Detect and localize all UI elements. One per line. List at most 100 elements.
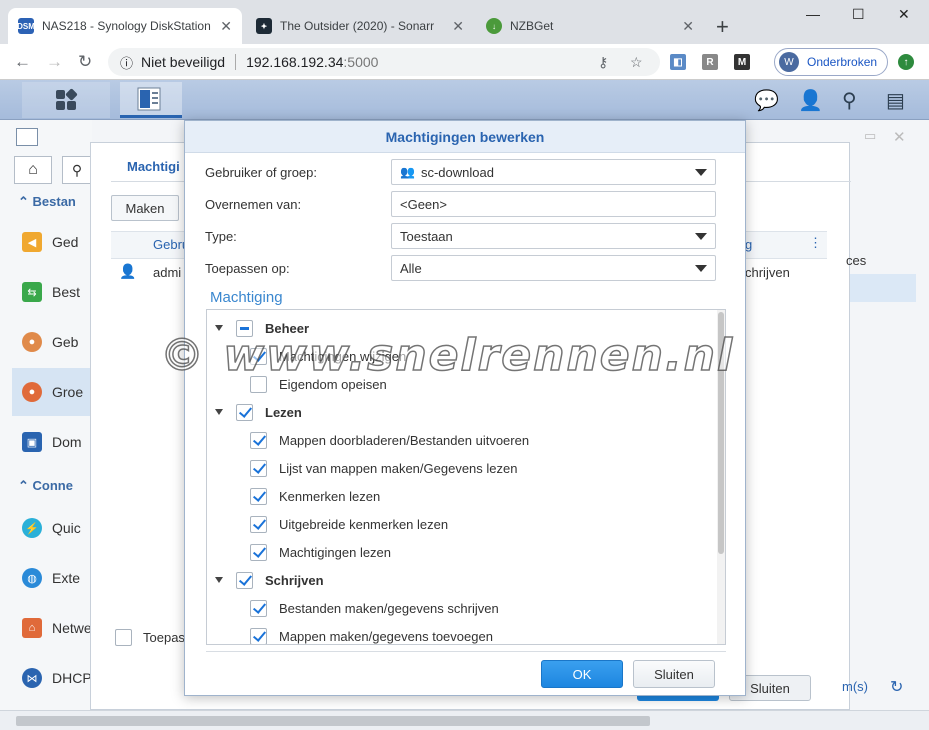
close-icon[interactable]: ✕ <box>452 18 464 35</box>
inherit-label: Overnemen van: <box>205 197 302 212</box>
permission-group-schrijven[interactable]: Schrijven <box>215 570 324 590</box>
tab-label: NZBGet <box>510 19 554 33</box>
sidebar-item-label: DHCP <box>52 670 92 686</box>
sidebar-item-shared-folder[interactable]: ◀ Ged <box>22 232 78 252</box>
table-row-permission: chrijven <box>745 265 790 280</box>
create-button[interactable]: Maken <box>111 195 179 221</box>
dhcp-icon: ⋈ <box>22 668 42 688</box>
window-restore-icon[interactable]: ▭ <box>864 128 876 144</box>
sidebar-item-label: Quic <box>52 520 81 536</box>
maximize-icon[interactable]: ☐ <box>852 6 865 23</box>
watermark: © www.snelrennen.nl <box>159 329 735 382</box>
permission-checkbox[interactable] <box>236 571 253 589</box>
browser-toolbar: ← → ↻ ⓘ Niet beveiligd 192.168.192.34:50… <box>0 44 929 80</box>
scrollbar-thumb[interactable] <box>16 716 650 726</box>
extension-r-icon[interactable]: R <box>702 54 718 70</box>
chat-icon[interactable]: 💬 <box>754 88 779 113</box>
update-icon[interactable]: ↑ <box>898 54 914 70</box>
apply-checkbox[interactable] <box>115 629 132 646</box>
expand-icon[interactable] <box>215 577 223 583</box>
permission-checkbox[interactable] <box>250 515 267 533</box>
profile-button[interactable]: W Onderbroken <box>774 48 888 76</box>
close-icon[interactable]: ✕ <box>220 18 232 35</box>
widgets-icon[interactable]: ▤ <box>886 88 905 113</box>
sidebar-item-network[interactable]: ⌂ Netwe <box>22 618 92 638</box>
permission-item[interactable]: Uitgebreide kenmerken lezen <box>250 514 448 534</box>
permission-checkbox[interactable] <box>250 543 267 561</box>
apply-to-select[interactable]: Alle <box>391 255 716 281</box>
permission-label: Lezen <box>265 404 302 420</box>
permission-label: Mappen maken/gegevens toevoegen <box>279 628 493 644</box>
home-button[interactable]: ⌂ <box>14 156 52 184</box>
window-close-icon[interactable]: ✕ <box>898 6 910 23</box>
control-panel-sidebar: ⌂ ⚲ ⌃ Bestan ◀ Ged ⇆ Best ● Geb ● Groe ▣ Dom … <box>0 120 92 710</box>
permission-item[interactable]: Machtigingen lezen <box>250 542 391 562</box>
permission-checkbox[interactable] <box>250 627 267 644</box>
table-row-user[interactable]: admi <box>153 265 181 280</box>
sidebar-item-label: Groe <box>52 384 84 400</box>
tab-permissions[interactable]: Machtigi <box>127 159 180 174</box>
type-select[interactable]: Toestaan <box>391 223 716 249</box>
footer-link[interactable]: m(s) <box>842 679 868 694</box>
address-bar[interactable]: ⓘ Niet beveiligd 192.168.192.34:5000 ⚷ ☆ <box>108 48 660 76</box>
tab-diskstation[interactable]: DSM NAS218 - Synology DiskStation ✕ <box>8 8 242 44</box>
sidebar-item-dhcp[interactable]: ⋈ DHCP <box>22 668 92 688</box>
profile-label: Onderbroken <box>807 55 878 69</box>
user-or-group-select[interactable]: 👥 sc-download <box>391 159 716 185</box>
reload-icon[interactable]: ↻ <box>78 52 92 72</box>
permission-checkbox[interactable] <box>250 599 267 617</box>
minimize-icon[interactable]: — <box>806 6 820 22</box>
permission-item[interactable]: Bestanden maken/gegevens schrijven <box>250 598 499 618</box>
sidebar-item-file-services[interactable]: ⇆ Best <box>22 282 80 302</box>
tab-nzbget[interactable]: ↓ NZBGet ✕ <box>476 8 704 44</box>
network-icon: ⌂ <box>22 618 42 638</box>
permission-checkbox[interactable] <box>250 487 267 505</box>
main-menu-button[interactable] <box>22 82 110 118</box>
sidebar-item-external-access[interactable]: ◍ Exte <box>22 568 80 588</box>
permission-item[interactable]: Kenmerken lezen <box>250 486 380 506</box>
close-icon[interactable]: ✕ <box>682 18 694 35</box>
permission-checkbox[interactable] <box>250 459 267 477</box>
inherit-value: <Geen> <box>400 196 447 212</box>
type-label: Type: <box>205 229 237 244</box>
sidebar-item-quickconnect[interactable]: ⚡ Quic <box>22 518 81 538</box>
permission-item[interactable]: Lijst van mappen maken/Gegevens lezen <box>250 458 517 478</box>
url-host: 192.168.192.34 <box>246 54 344 70</box>
sidebar-item-domain[interactable]: ▣ Dom <box>22 432 82 452</box>
column-header-permissions[interactable]: g <box>745 237 752 252</box>
column-menu-icon[interactable]: ⋮ <box>809 235 822 251</box>
ok-button[interactable]: OK <box>541 660 623 688</box>
right-panel-text: ces <box>846 253 867 268</box>
permission-label: Machtigingen lezen <box>279 544 392 560</box>
refresh-icon[interactable]: ↻ <box>890 677 903 697</box>
back-icon[interactable]: ← <box>14 52 31 72</box>
search-button[interactable]: ⚲ <box>62 156 92 184</box>
sidebar-heading-connectivity[interactable]: ⌃ Conne <box>18 478 73 494</box>
permission-group-lezen[interactable]: Lezen <box>215 402 302 422</box>
forward-icon[interactable]: → <box>46 52 63 72</box>
extension-m-icon[interactable]: M <box>734 54 750 70</box>
new-tab-icon[interactable]: + <box>716 14 729 40</box>
extension-icon[interactable]: ◧ <box>670 54 686 70</box>
sidebar-item-group[interactable]: ● Groe <box>12 368 92 416</box>
inherit-field: <Geen> <box>391 191 716 217</box>
permission-item[interactable]: Mappen doorbladeren/Bestanden uitvoeren <box>250 430 529 450</box>
expand-icon[interactable] <box>215 409 223 415</box>
user-icon[interactable]: 👤 <box>798 88 823 113</box>
window-close-icon[interactable]: ✕ <box>893 128 906 146</box>
key-icon[interactable]: ⚷ <box>598 54 608 71</box>
sidebar-item-user[interactable]: ● Geb <box>22 332 78 352</box>
permission-section-title: Machtiging <box>210 289 283 306</box>
permission-checkbox[interactable] <box>236 403 253 421</box>
close-button[interactable]: Sluiten <box>633 660 715 688</box>
tab-sonarr[interactable]: ✦ The Outsider (2020) - Sonarr ✕ <box>246 8 474 44</box>
search-icon[interactable]: ⚲ <box>842 88 857 113</box>
heading-label: Bestan <box>32 194 76 209</box>
sidebar-heading-files[interactable]: ⌃ Bestan <box>18 194 76 210</box>
star-icon[interactable]: ☆ <box>630 54 643 71</box>
permission-item[interactable]: Mappen maken/gegevens toevoegen <box>250 626 493 644</box>
permission-checkbox[interactable] <box>250 431 267 449</box>
info-icon[interactable]: ⓘ <box>120 53 133 72</box>
control-panel-taskbar-button[interactable] <box>120 82 182 118</box>
horizontal-scrollbar[interactable] <box>0 710 929 730</box>
